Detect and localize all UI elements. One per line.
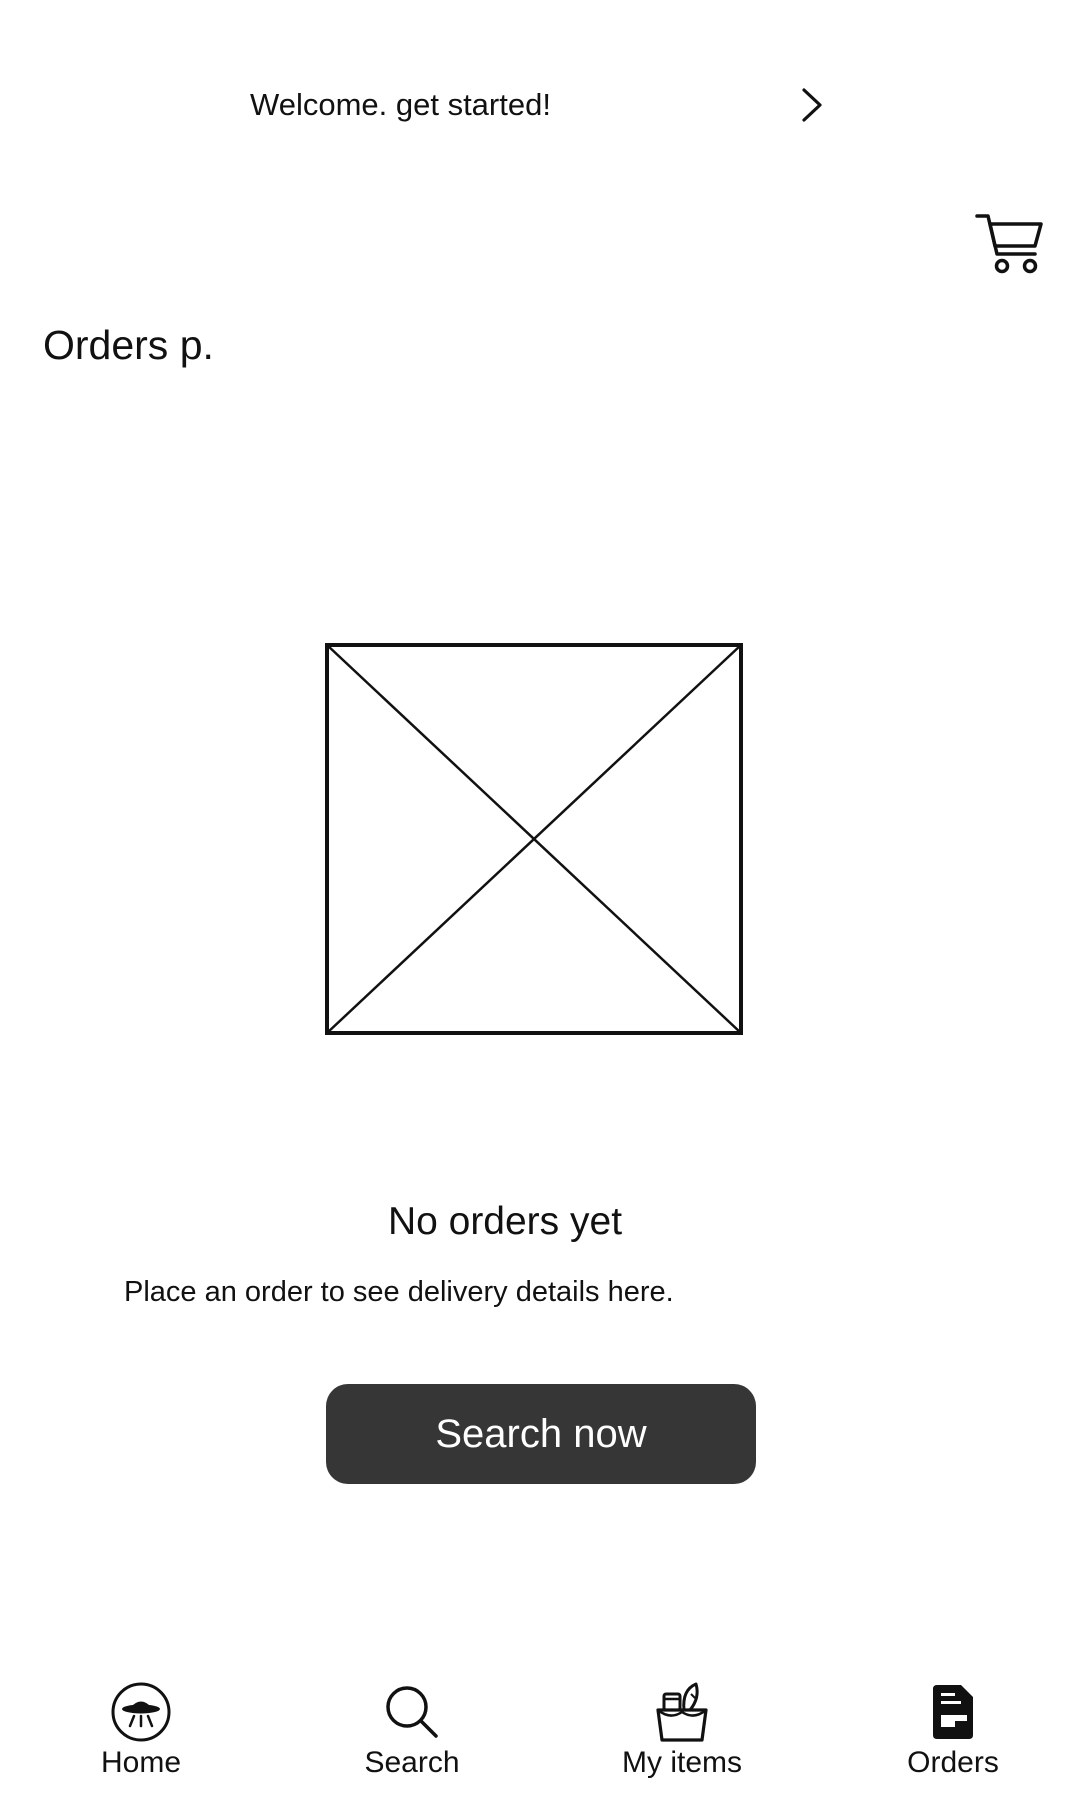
welcome-banner[interactable]: Welcome. get started! (240, 80, 840, 130)
search-icon (380, 1680, 444, 1744)
cart-icon[interactable] (975, 210, 1045, 276)
nav-label-home: Home (100, 1746, 182, 1779)
document-icon (921, 1680, 985, 1744)
page-title: Orders p. (43, 322, 214, 368)
nav-item-orders[interactable]: Orders (853, 1680, 1053, 1790)
nav-item-search[interactable]: Search (312, 1680, 512, 1790)
search-now-button[interactable]: Search now (326, 1384, 756, 1484)
nav-item-my-items[interactable]: My items (582, 1680, 782, 1790)
grocery-bag-icon (650, 1680, 714, 1744)
ufo-icon (109, 1680, 173, 1744)
empty-state-subtitle: Place an order to see delivery details h… (124, 1276, 674, 1308)
chevron-right-icon[interactable] (792, 85, 832, 125)
bottom-nav: Home Search My items Orders (0, 1680, 1080, 1790)
welcome-banner-text: Welcome. get started! (250, 87, 551, 122)
nav-label-orders: Orders (907, 1746, 999, 1779)
nav-item-home[interactable]: Home (41, 1680, 241, 1790)
nav-label-my-items: My items (622, 1746, 742, 1779)
nav-label-search: Search (364, 1746, 460, 1779)
empty-state-title: No orders yet (387, 1200, 623, 1243)
image-placeholder-icon (325, 643, 743, 1035)
